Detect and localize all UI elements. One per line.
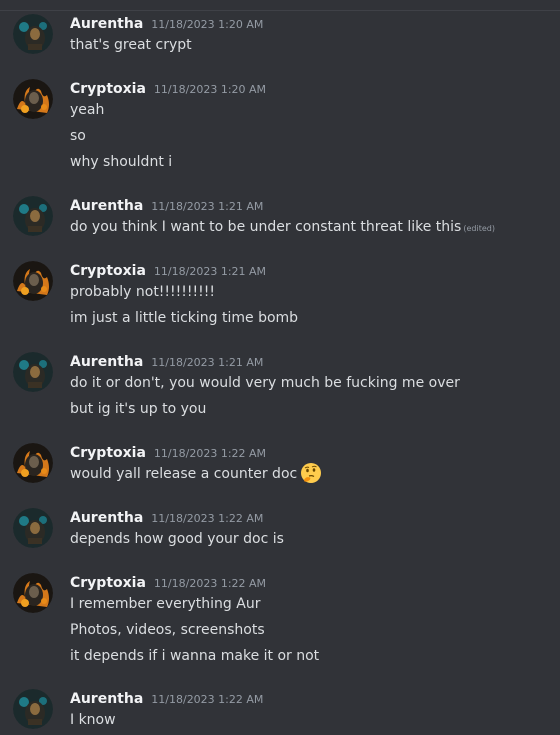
message-text: Photos, videos, screenshots [70, 622, 265, 638]
message-text: it depends if i wanna make it or not [70, 648, 320, 664]
message-author[interactable]: Aurentha [70, 510, 143, 526]
aurentha-avatar[interactable] [13, 508, 53, 548]
message-author[interactable]: Aurentha [70, 691, 143, 707]
message-text: but ig it's up to you [70, 401, 207, 417]
aurentha-avatar[interactable] [13, 14, 53, 54]
message-text: I know [70, 712, 116, 728]
cryptoxia-avatar[interactable] [13, 573, 53, 613]
message-text-content: do you think I want to be under constant… [70, 219, 462, 235]
message-text: depends how good your doc is [70, 531, 284, 547]
message-author[interactable]: Cryptoxia [70, 263, 146, 279]
aurentha-avatar[interactable] [13, 352, 53, 392]
message-author[interactable]: Cryptoxia [70, 81, 146, 97]
message-author[interactable]: Aurentha [70, 354, 143, 370]
message-text: probably not!!!!!!!!!! [70, 284, 215, 300]
message-timestamp[interactable]: 11/18/2023 1:20 AM [154, 83, 266, 96]
cryptoxia-avatar[interactable] [13, 443, 53, 483]
message-text-content: would yall release a counter doc [70, 466, 298, 482]
message-text: would yall release a counter doc [70, 462, 322, 484]
top-divider [0, 10, 560, 11]
message-author[interactable]: Cryptoxia [70, 575, 146, 591]
message-timestamp[interactable]: 11/18/2023 1:22 AM [154, 577, 266, 590]
aurentha-avatar[interactable] [13, 196, 53, 236]
cryptoxia-avatar[interactable] [13, 79, 53, 119]
message-text: why shouldnt i [70, 154, 173, 170]
message-timestamp[interactable]: 11/18/2023 1:22 AM [151, 512, 263, 525]
message-author[interactable]: Aurentha [70, 198, 143, 214]
thinking-face-emoji-icon[interactable] [300, 462, 322, 484]
aurentha-avatar[interactable] [13, 689, 53, 729]
message-timestamp[interactable]: 11/18/2023 1:22 AM [154, 447, 266, 460]
message-text: I remember everything Aur [70, 596, 261, 612]
message-text: do you think I want to be under constant… [70, 217, 495, 239]
message-text: yeah [70, 102, 105, 118]
message-text: im just a little ticking time bomb [70, 310, 299, 326]
message-text: that's great crypt [70, 37, 192, 53]
message-timestamp[interactable]: 11/18/2023 1:21 AM [151, 356, 263, 369]
message-text: so [70, 128, 86, 144]
edited-label: (edited) [463, 224, 495, 233]
message-text: do it or don't, you would very much be f… [70, 375, 460, 391]
message-author[interactable]: Cryptoxia [70, 445, 146, 461]
message-timestamp[interactable]: 11/18/2023 1:21 AM [154, 265, 266, 278]
cryptoxia-avatar[interactable] [13, 261, 53, 301]
message-timestamp[interactable]: 11/18/2023 1:22 AM [151, 693, 263, 706]
message-timestamp[interactable]: 11/18/2023 1:21 AM [151, 200, 263, 213]
message-timestamp[interactable]: 11/18/2023 1:20 AM [151, 18, 263, 31]
message-author[interactable]: Aurentha [70, 16, 143, 32]
